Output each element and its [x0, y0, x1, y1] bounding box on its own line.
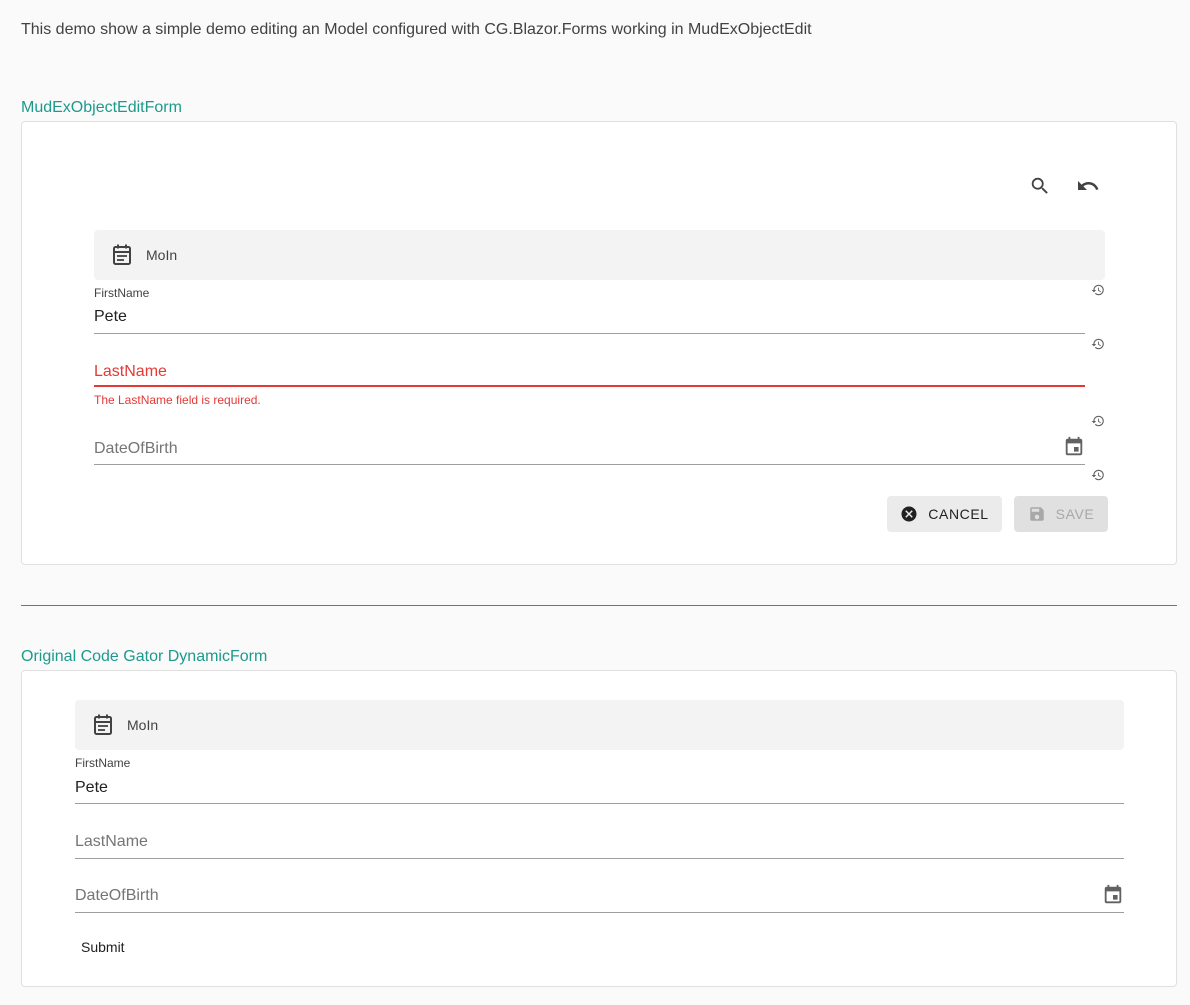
- reset-dateofbirth-button[interactable]: [1091, 468, 1105, 482]
- firstname-field-2[interactable]: FirstName Pete: [75, 755, 1124, 804]
- history-icon: [1091, 338, 1104, 350]
- undo-icon: [1078, 181, 1099, 190]
- dateofbirth-field[interactable]: DateOfBirth: [94, 434, 1085, 465]
- lastname-field[interactable]: LastName: [94, 360, 1085, 388]
- mudex-form-card: MoIn FirstName Pete LastName The LastNam…: [21, 121, 1177, 565]
- firstname-label: FirstName: [94, 286, 150, 300]
- history-icon: [1091, 284, 1104, 296]
- lastname-error-text: The LastName field is required.: [94, 393, 261, 407]
- cancel-button[interactable]: CANCEL: [887, 496, 1002, 532]
- firstname-value: Pete: [94, 308, 127, 325]
- group-header-moin-2[interactable]: MoIn: [75, 700, 1124, 750]
- dateofbirth-label-2: DateOfBirth: [75, 887, 159, 904]
- undo-button[interactable]: [1070, 168, 1106, 204]
- dateofbirth-underline-2: [75, 912, 1124, 913]
- calendar-list-icon: [93, 714, 113, 736]
- calendar-icon[interactable]: [1063, 436, 1085, 463]
- firstname-value-2: Pete: [75, 779, 108, 796]
- cancel-label: CANCEL: [928, 506, 989, 522]
- lastname-label: LastName: [94, 363, 167, 380]
- history-icon: [1091, 415, 1104, 427]
- dateofbirth-label: DateOfBirth: [94, 440, 178, 457]
- save-button[interactable]: SAVE: [1014, 496, 1108, 532]
- dateofbirth-underline: [94, 464, 1085, 465]
- history-icon: [1091, 469, 1104, 481]
- reset-dateofbirth-top-button[interactable]: [1091, 414, 1105, 428]
- firstname-label-2: FirstName: [75, 756, 131, 770]
- group-label: MoIn: [146, 247, 178, 263]
- lastname-field-2[interactable]: LastName: [75, 828, 1124, 859]
- group-header-moin[interactable]: MoIn: [94, 230, 1105, 280]
- group-label-2: MoIn: [127, 717, 159, 733]
- section-divider: [21, 605, 1177, 606]
- firstname-underline-2: [75, 803, 1124, 804]
- reset-lastname-button[interactable]: [1091, 337, 1105, 351]
- dateofbirth-field-2[interactable]: DateOfBirth: [75, 882, 1124, 913]
- calendar-icon[interactable]: [1102, 884, 1124, 911]
- save-icon: [1029, 507, 1044, 521]
- firstname-field[interactable]: FirstName Pete: [94, 285, 1085, 334]
- cancel-circle-icon: [901, 506, 917, 522]
- calendar-list-icon: [112, 244, 132, 266]
- section-title-dynamicform: Original Code Gator DynamicForm: [21, 648, 268, 665]
- section-title-mudex: MudExObjectEditForm: [21, 99, 182, 116]
- lastname-underline-2: [75, 858, 1124, 859]
- reset-firstname-button[interactable]: [1091, 283, 1105, 297]
- intro-text: This demo show a simple demo editing an …: [21, 21, 812, 38]
- lastname-label-2: LastName: [75, 833, 148, 850]
- save-label: SAVE: [1055, 506, 1095, 522]
- search-icon: [1031, 177, 1048, 194]
- search-button[interactable]: [1022, 168, 1058, 204]
- submit-button[interactable]: Submit: [81, 939, 125, 955]
- firstname-underline: [94, 333, 1085, 334]
- lastname-underline: [94, 385, 1085, 387]
- dynamicform-card: MoIn FirstName Pete LastName DateOfBirth…: [21, 670, 1177, 987]
